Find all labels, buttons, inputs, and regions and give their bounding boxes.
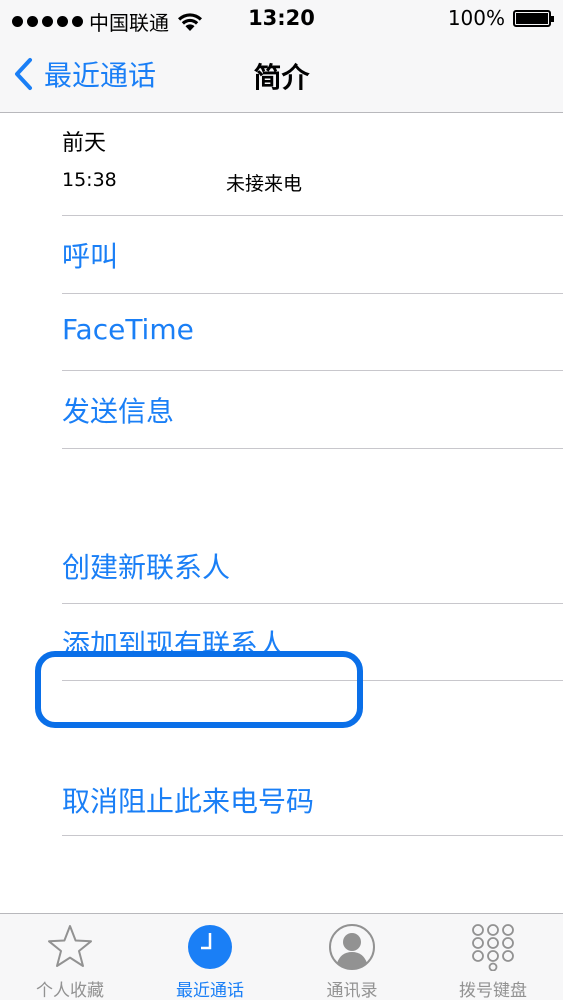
contact-icon [329, 924, 375, 970]
create-contact-button[interactable]: 创建新联系人 [62, 546, 230, 586]
call-type: 未接来电 [226, 173, 303, 195]
unblock-number-button[interactable]: 取消阻止此来电号码 [62, 780, 314, 820]
tab-keypad[interactable]: 拨号键盘 [423, 914, 563, 1001]
divider [62, 293, 563, 294]
send-message-button[interactable]: 发送信息 [62, 390, 174, 430]
call-info: 前天 15:38 未接来电 [62, 125, 302, 195]
star-icon [48, 925, 92, 967]
divider [62, 215, 563, 216]
navigation-bar: 最近通话 简介 [0, 38, 563, 113]
tab-favorites[interactable]: 个人收藏 [0, 914, 140, 1001]
clock-icon [188, 925, 232, 969]
divider [62, 448, 563, 449]
divider [62, 370, 563, 371]
call-time: 15:38 [62, 169, 117, 191]
divider [62, 835, 563, 836]
status-bar: 中国联通 13:20 100% [0, 0, 563, 38]
add-to-existing-contact-button[interactable]: 添加到现有联系人 [62, 623, 286, 663]
tab-label: 个人收藏 [36, 981, 104, 1001]
tab-recents[interactable]: 最近通话 [140, 914, 280, 1001]
divider [62, 603, 563, 604]
page-title: 简介 [253, 61, 310, 94]
call-button[interactable]: 呼叫 [62, 235, 118, 275]
status-right: 100% [447, 6, 554, 30]
keypad-icon [472, 924, 514, 971]
divider [62, 680, 563, 681]
tab-contacts[interactable]: 通讯录 [282, 914, 422, 1001]
tab-label: 拨号键盘 [459, 981, 527, 1001]
battery-icon [513, 9, 554, 27]
call-date: 前天 [62, 131, 107, 156]
facetime-button[interactable]: FaceTime [62, 313, 194, 346]
tab-bar: 个人收藏 最近通话 通讯录 拨号键盘 [0, 913, 563, 1001]
battery-percent: 100% [447, 6, 505, 30]
tab-label: 最近通话 [176, 981, 244, 1001]
tab-label: 通讯录 [326, 981, 378, 1001]
